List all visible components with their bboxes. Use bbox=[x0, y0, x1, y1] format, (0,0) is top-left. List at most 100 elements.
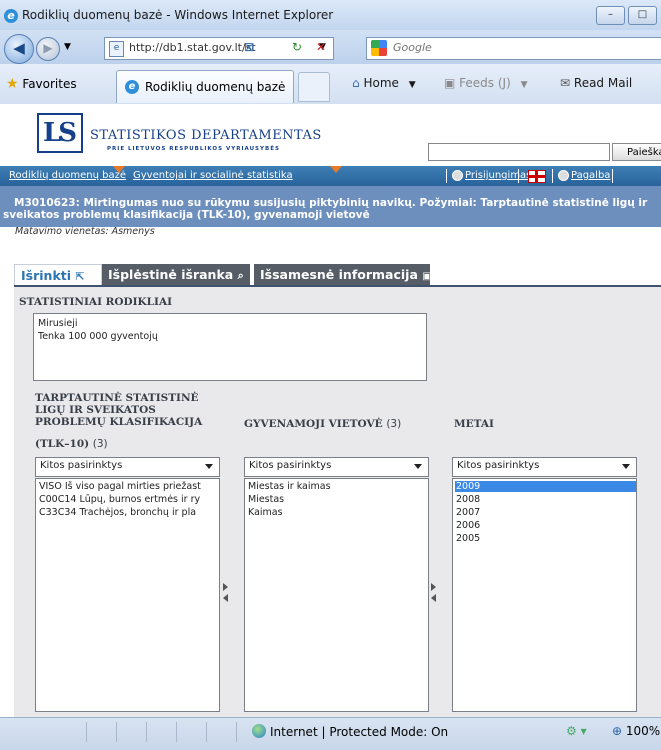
chevron-down-icon: ▼ bbox=[520, 80, 528, 90]
compatibility-view-icon[interactable]: ⊠ bbox=[238, 37, 260, 58]
list-item[interactable]: Kaimas bbox=[248, 507, 283, 518]
favorites-label: Favorites bbox=[22, 77, 77, 91]
chevron-down-icon bbox=[414, 464, 422, 469]
tab-more-info[interactable]: Išsamesnė informacija ▣ bbox=[254, 264, 432, 286]
tlk-header-code: (TLK–10) (3) bbox=[35, 438, 108, 450]
measurement-unit: Matavimo vienetas: Asmenys bbox=[15, 226, 155, 237]
nav-separator bbox=[446, 169, 447, 183]
star-icon: ★ bbox=[6, 76, 19, 92]
area-dropdown[interactable]: Kitos pasirinktys bbox=[244, 457, 429, 477]
page-icon: e bbox=[109, 41, 124, 57]
globe-icon bbox=[252, 724, 266, 738]
info-box-icon: ▣ bbox=[422, 271, 432, 282]
nav-arrow-icon bbox=[330, 166, 342, 173]
tlk-dropdown[interactable]: Kitos pasirinktys bbox=[35, 457, 220, 477]
home-icon: ⌂ bbox=[352, 76, 360, 90]
status-cell bbox=[210, 722, 237, 742]
status-cell bbox=[60, 722, 87, 742]
nav-arrow-icon bbox=[113, 166, 125, 173]
nav-login-link[interactable]: Prisijungimas bbox=[465, 170, 531, 181]
list-item[interactable]: Miestas ir kaimas bbox=[248, 481, 331, 492]
magnifier-icon: ⊕ bbox=[612, 724, 623, 738]
status-cell bbox=[150, 722, 177, 742]
nav-separator bbox=[518, 169, 519, 183]
add-ons-icon[interactable]: ⚙ ▾ bbox=[566, 724, 587, 738]
chevron-down-icon bbox=[205, 464, 213, 469]
list-item[interactable]: Tenka 100 000 gyventojų bbox=[38, 331, 158, 342]
magnifier-icon: ⌕ bbox=[237, 269, 244, 282]
feeds-button[interactable]: ▣ Feeds (J) ▼ bbox=[444, 76, 528, 90]
list-item[interactable]: Miestas bbox=[248, 494, 284, 505]
list-item[interactable]: 2007 bbox=[456, 507, 480, 518]
tlk-count: (3) bbox=[92, 438, 108, 450]
new-tab-button[interactable] bbox=[298, 72, 330, 102]
years-dropdown[interactable]: Kitos pasirinktys bbox=[452, 457, 637, 477]
nav-separator bbox=[612, 169, 613, 183]
nav-population-link[interactable]: Gyventojai ir socialinė statistika bbox=[133, 170, 293, 181]
list-item[interactable]: 2006 bbox=[456, 520, 480, 531]
window-titlebar: e Rodiklių duomenų bazė - Windows Intern… bbox=[0, 0, 661, 30]
security-zone[interactable]: Internet | Protected Mode: On bbox=[252, 724, 448, 739]
ie-logo-icon: e bbox=[4, 9, 18, 23]
list-item[interactable]: 2005 bbox=[456, 533, 480, 544]
browser-tab[interactable]: e Rodiklių duomenų bazė bbox=[116, 70, 294, 103]
english-flag-icon[interactable] bbox=[528, 170, 546, 183]
stop-icon[interactable]: ✕ bbox=[310, 37, 332, 58]
help-icon bbox=[558, 170, 569, 181]
status-cell bbox=[120, 722, 147, 742]
area-list[interactable]: Miestas ir kaimas Miestas Kaimas bbox=[244, 478, 429, 712]
read-mail-button[interactable]: ✉ Read Mail bbox=[560, 76, 632, 90]
home-button[interactable]: ⌂ Home ▼ bbox=[352, 76, 416, 90]
years-list[interactable]: 2009 2008 2007 2006 2005 bbox=[452, 478, 637, 712]
zoom-level[interactable]: ⊕ 100% bbox=[612, 724, 660, 738]
search-box[interactable]: Google bbox=[366, 37, 661, 60]
org-subtitle: PRIE LIETUVOS RESPUBLIKOS VYRIAUSYBĖS bbox=[107, 146, 280, 152]
move-arrows-icon[interactable] bbox=[223, 583, 229, 603]
search-placeholder: Google bbox=[393, 41, 432, 54]
refresh-icon[interactable]: ↻ bbox=[286, 37, 308, 58]
forward-button[interactable]: ▶ bbox=[36, 37, 60, 61]
indicators-header: STATISTINIAI RODIKLIAI bbox=[19, 296, 173, 308]
list-item[interactable]: C33C34 Trachėjos, bronchų ir pla bbox=[39, 507, 196, 518]
rss-icon: ▣ bbox=[444, 76, 456, 90]
statistics-logo[interactable]: LS bbox=[37, 113, 83, 153]
list-item-selected[interactable]: 2009 bbox=[455, 481, 636, 492]
window-title: Rodiklių duomenų bazė - Windows Internet… bbox=[22, 8, 334, 22]
chevron-down-icon bbox=[622, 464, 630, 469]
recent-pages-dropdown-icon[interactable]: ▼ bbox=[64, 42, 71, 52]
list-item[interactable]: 2008 bbox=[456, 494, 480, 505]
address-url: http://db1.stat.gov.lt/st bbox=[129, 41, 256, 54]
nav-separator bbox=[552, 169, 553, 183]
cursor-icon: ⇱ bbox=[75, 270, 85, 283]
tab-select[interactable]: Išrinkti ⇱ bbox=[14, 264, 102, 286]
indicators-list[interactable]: Mirusieji Tenka 100 000 gyventojų bbox=[33, 313, 427, 381]
tlk-list[interactable]: VISO Iš viso pagal mirties priežast C00C… bbox=[35, 478, 220, 712]
minimize-button[interactable]: – bbox=[596, 6, 625, 25]
site-search-button[interactable]: Paieška bbox=[612, 143, 661, 161]
nav-help-link[interactable]: Pagalba bbox=[571, 170, 610, 181]
org-name: STATISTIKOS DEPARTAMENTAS bbox=[90, 128, 322, 143]
list-item[interactable]: C00C14 Lūpų, burnos ertmės ir ry bbox=[39, 494, 200, 505]
status-cell bbox=[180, 722, 207, 742]
list-item[interactable]: Mirusieji bbox=[38, 318, 77, 329]
site-search-input[interactable] bbox=[428, 143, 610, 161]
move-arrows-icon[interactable] bbox=[431, 583, 437, 603]
tlk-header: TARPTAUTINĖ STATISTINĖ LIGŲ IR SVEIKATOS… bbox=[35, 392, 203, 428]
list-item[interactable]: VISO Iš viso pagal mirties priežast bbox=[39, 481, 201, 492]
area-header: GYVENAMOJI VIETOVĖ (3) bbox=[244, 418, 402, 430]
maximize-button[interactable]: □ bbox=[628, 6, 657, 25]
back-button[interactable]: ◀ bbox=[4, 34, 34, 64]
tab-title: Rodiklių duomenų bazė bbox=[145, 80, 286, 94]
table-title: M3010623: Mirtingumas nuo su rūkymu susi… bbox=[3, 197, 648, 221]
mail-icon: ✉ bbox=[560, 76, 571, 90]
status-cell bbox=[90, 722, 117, 742]
years-header: METAI bbox=[454, 418, 494, 430]
tab-ie-icon: e bbox=[125, 80, 139, 94]
tab-extended-selection[interactable]: Išplėstinė išranka ⌕ bbox=[102, 264, 250, 286]
favorites-button[interactable]: ★ Favorites bbox=[6, 76, 77, 92]
login-icon bbox=[452, 170, 463, 181]
nav-database-link[interactable]: Rodiklių duomenų bazė bbox=[9, 170, 126, 181]
chevron-down-icon: ▼ bbox=[408, 80, 416, 90]
area-count: (3) bbox=[386, 418, 402, 430]
google-icon bbox=[371, 40, 387, 56]
